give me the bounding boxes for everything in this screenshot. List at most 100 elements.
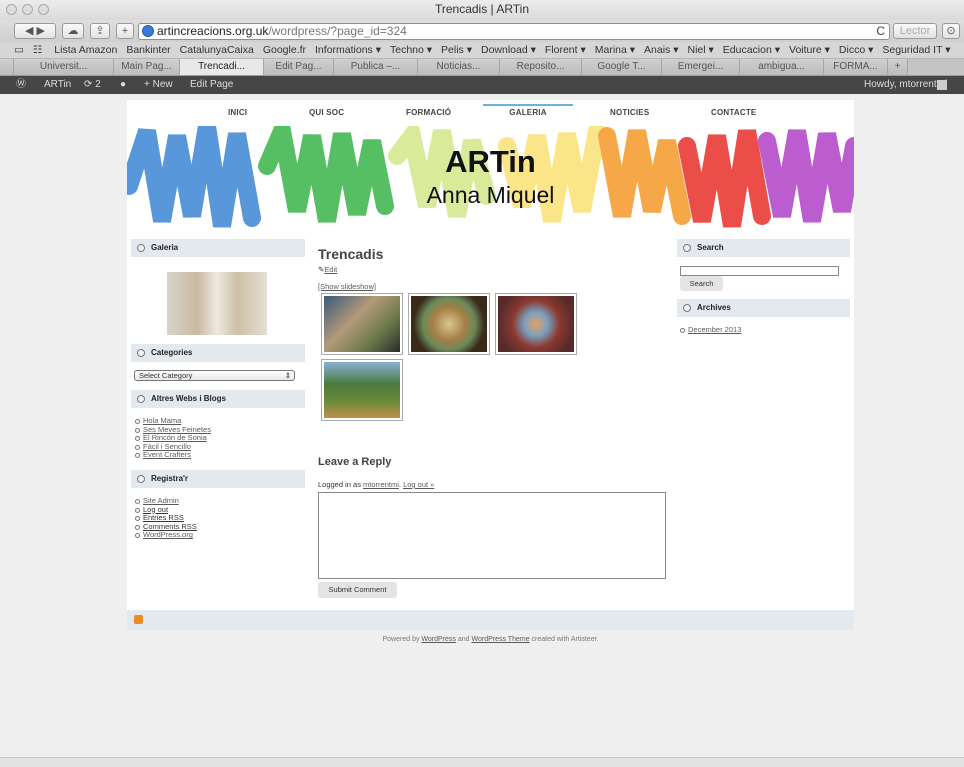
- logged-in-text: Logged in as mtorrentmi. Log out »: [318, 480, 435, 489]
- tab-spacer: [0, 59, 14, 75]
- bookmark-item[interactable]: Florent ▾: [545, 42, 586, 58]
- browser-tab[interactable]: ambigua...: [740, 59, 824, 75]
- title-bar: Trencadis | ARTin: [0, 0, 964, 20]
- back-forward-button[interactable]: ◀ ▶: [14, 23, 56, 39]
- reader-button[interactable]: Lector: [893, 23, 937, 39]
- add-icon[interactable]: +: [116, 23, 134, 39]
- footer-theme-link[interactable]: WordPress Theme: [472, 636, 530, 643]
- submit-comment-button[interactable]: Submit Comment: [318, 582, 397, 598]
- gallery-thumb-3[interactable]: [495, 293, 577, 355]
- widget-categories: Categories: [131, 344, 305, 362]
- comment-icon[interactable]: ●: [120, 76, 126, 94]
- zoom-icon[interactable]: [38, 4, 49, 15]
- bookmark-item[interactable]: Techno ▾: [390, 42, 432, 58]
- bookmark-item[interactable]: Lista Amazon: [54, 42, 117, 58]
- link-wordpress-org[interactable]: WordPress.org: [143, 530, 193, 540]
- browser-tab[interactable]: Universit...: [14, 59, 114, 75]
- archives-list: December 2013: [680, 325, 741, 335]
- webs-list: Hola Mama Ses Meves Feinetes El Rincón d…: [135, 416, 211, 460]
- browser-tab[interactable]: Main Pag...: [114, 59, 180, 75]
- bookmark-item[interactable]: Niel ▾: [688, 42, 714, 58]
- menu-item-galeria[interactable]: GALERIA: [483, 104, 573, 117]
- browser-tab[interactable]: Noticias...: [418, 59, 500, 75]
- wordpress-icon[interactable]: Ⓦ: [16, 76, 26, 94]
- cloud-icon[interactable]: ☁: [62, 23, 84, 39]
- admin-site-link[interactable]: ARTin: [44, 76, 71, 94]
- bookmark-item[interactable]: Anais ▾: [644, 42, 678, 58]
- comment-textarea[interactable]: [318, 492, 666, 579]
- menu-item-contacte[interactable]: CONTACTE: [711, 108, 756, 117]
- bookmark-item[interactable]: Marina ▾: [595, 42, 635, 58]
- new-tab-icon[interactable]: +: [888, 59, 908, 75]
- main-menu: INICI QUI SOC FORMACIÓ GALERIA NOTICIES …: [127, 100, 854, 126]
- book-icon[interactable]: ▭: [14, 42, 24, 58]
- site-subtitle: Anna Miquel: [426, 182, 555, 208]
- bookmark-item[interactable]: Google.fr: [263, 42, 306, 58]
- admin-howdy[interactable]: Howdy, mtorrentmi: [864, 76, 947, 94]
- address-bar[interactable]: artincreacions.org.uk/wordpress/?page_id…: [138, 23, 890, 40]
- wp-admin-bar: Ⓦ ARTin ⟳ 2 ● + New Edit Page Howdy, mto…: [0, 76, 964, 94]
- close-icon[interactable]: [6, 4, 17, 15]
- gallery-thumb-2[interactable]: [408, 293, 490, 355]
- browser-tab[interactable]: Trencadi...: [180, 59, 264, 75]
- minimize-icon[interactable]: [22, 4, 33, 15]
- post-title: Trencadis: [318, 246, 384, 262]
- user-link[interactable]: mtorrentmi: [363, 480, 399, 489]
- widget-search: Search: [677, 239, 850, 257]
- updates-icon[interactable]: ⟳ 2: [84, 76, 101, 94]
- search-button[interactable]: Search: [680, 276, 723, 291]
- tab-bar: Universit... Main Pag... Trencadi... Edit P…: [0, 59, 964, 76]
- bookmark-item[interactable]: Dicco ▾: [839, 42, 873, 58]
- footer-bar: [127, 610, 854, 630]
- link-event-crafters[interactable]: Event Crafters: [143, 450, 191, 460]
- menu-item-formacio[interactable]: FORMACIÓ: [406, 108, 451, 117]
- avatar[interactable]: [937, 80, 947, 90]
- browser-tab[interactable]: Edit Pag...: [264, 59, 334, 75]
- window-controls[interactable]: [6, 4, 49, 15]
- bookmark-item[interactable]: Educacion ▾: [723, 42, 780, 58]
- admin-edit-page-link[interactable]: Edit Page: [190, 76, 233, 94]
- bookmark-item[interactable]: Download ▾: [481, 42, 536, 58]
- bookmark-item[interactable]: CatalunyaCaixa: [180, 42, 254, 58]
- rainbow-brush-banner: [127, 126, 854, 228]
- download-icon[interactable]: ⊙: [942, 23, 960, 39]
- browser-tab[interactable]: Publica –...: [334, 59, 418, 75]
- footer-wordpress-link[interactable]: WordPress: [421, 636, 456, 643]
- menu-item-qui-soc[interactable]: QUI SOC: [309, 108, 344, 117]
- widget-galeria: Galeria: [131, 239, 305, 257]
- menu-item-noticies[interactable]: NOTICIES: [610, 108, 649, 117]
- browser-tab[interactable]: Google T...: [582, 59, 662, 75]
- site-header: ARTin Anna Miquel: [127, 126, 854, 234]
- grid-icon[interactable]: ☷: [33, 42, 42, 58]
- browser-tab[interactable]: FORMA...: [824, 59, 888, 75]
- gallery-widget-image[interactable]: [167, 272, 267, 335]
- browser-toolbar: ◀ ▶ ☁ ⇪ + artincreacions.org.uk/wordpres…: [0, 20, 964, 42]
- search-input[interactable]: [680, 266, 839, 276]
- show-slideshow-link[interactable]: [Show slideshow]: [318, 282, 376, 291]
- footer-credits: Powered by WordPress and WordPress Theme…: [382, 636, 599, 643]
- share-icon[interactable]: ⇪: [90, 23, 110, 39]
- browser-tab[interactable]: Emergei...: [662, 59, 740, 75]
- bookmark-item[interactable]: Bankinter: [126, 42, 170, 58]
- site-title[interactable]: ARTin: [127, 144, 854, 180]
- menu-item-inici[interactable]: INICI: [228, 108, 247, 117]
- gallery-thumb-1[interactable]: [321, 293, 403, 355]
- gallery-thumb-4[interactable]: [321, 359, 403, 421]
- logout-link[interactable]: Log out »: [403, 480, 434, 489]
- admin-new-link[interactable]: + New: [144, 76, 173, 94]
- bookmark-item[interactable]: Seguridad IT ▾: [882, 42, 950, 58]
- reply-heading: Leave a Reply: [318, 456, 392, 468]
- archive-december-2013[interactable]: December 2013: [688, 325, 741, 334]
- rss-icon[interactable]: [134, 615, 143, 624]
- reload-icon[interactable]: C: [876, 24, 885, 39]
- edit-link[interactable]: ✎Edit: [318, 265, 337, 274]
- window-title: Trencadis | ARTin: [434, 2, 530, 16]
- bullet-icon: [137, 475, 145, 483]
- browser-tab[interactable]: Reposito...: [500, 59, 582, 75]
- bookmark-item[interactable]: Informations ▾: [315, 42, 381, 58]
- select-arrows-icon: ⇕: [284, 371, 291, 380]
- bookmark-item[interactable]: Pelis ▾: [441, 42, 472, 58]
- bookmark-item[interactable]: Voiture ▾: [789, 42, 830, 58]
- category-select[interactable]: Select Category ⇕: [134, 370, 295, 381]
- bullet-icon: [137, 395, 145, 403]
